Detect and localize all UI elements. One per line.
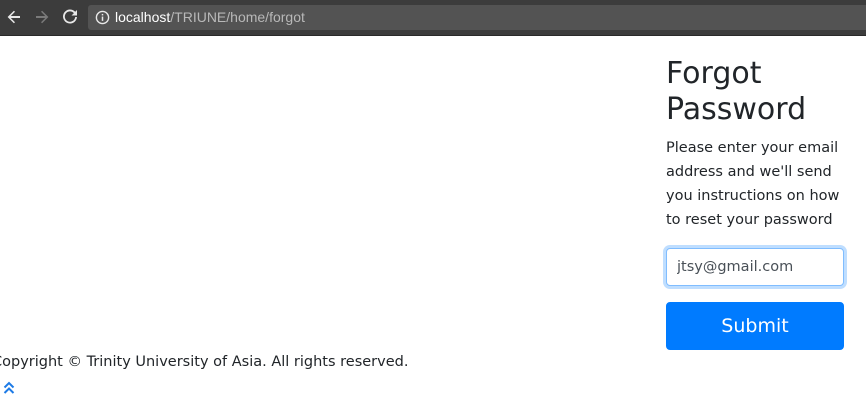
- email-field[interactable]: [666, 248, 844, 286]
- url-text: localhost/TRIUNE/home/forgot: [115, 9, 305, 26]
- url-host: localhost: [115, 9, 171, 25]
- instructions-text: Please enter your email address and we'l…: [666, 140, 840, 228]
- submit-button[interactable]: Submit: [666, 302, 844, 350]
- info-circle-icon[interactable]: [95, 10, 110, 25]
- page-content: Forgot Password Please enter your email …: [0, 36, 866, 414]
- reload-button[interactable]: [60, 7, 80, 27]
- footer-copyright: Copyright © Trinity University of Asia. …: [0, 354, 409, 370]
- address-bar[interactable]: localhost/TRIUNE/home/forgot: [88, 5, 866, 30]
- page-title: Forgot Password: [666, 56, 807, 127]
- arrow-right-icon: [36, 10, 49, 24]
- browser-toolbar: localhost/TRIUNE/home/forgot: [0, 0, 866, 36]
- reload-icon: [63, 9, 77, 24]
- arrow-left-icon: [7, 10, 20, 24]
- double-chevron-up-icon[interactable]: [3, 381, 15, 395]
- back-button[interactable]: [4, 7, 24, 27]
- url-path: /TRIUNE/home/forgot: [170, 9, 305, 25]
- forward-button[interactable]: [32, 7, 52, 27]
